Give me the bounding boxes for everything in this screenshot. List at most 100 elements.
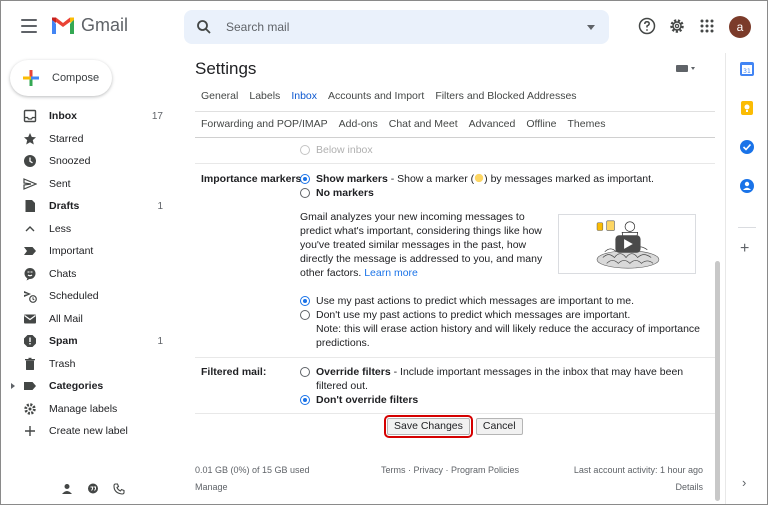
- dont-use-past-actions-label: Don't use my past actions to predict whi…: [316, 309, 631, 321]
- importance-marker-icon: [474, 173, 484, 183]
- tab-chat-meet[interactable]: Chat and Meet: [389, 118, 458, 138]
- show-markers-radio[interactable]: [300, 174, 310, 184]
- sidebar-item-scheduled[interactable]: Scheduled: [1, 285, 181, 308]
- sidebar-item-sent[interactable]: Sent: [1, 173, 181, 196]
- show-markers-text: Show markers - Show a marker () by messa…: [316, 172, 654, 186]
- tab-labels[interactable]: Labels: [249, 90, 280, 110]
- phone-icon[interactable]: [113, 483, 125, 495]
- show-side-panel-icon[interactable]: ›: [742, 475, 746, 490]
- settings-scrollbar[interactable]: [715, 261, 720, 501]
- dont-use-past-actions-radio[interactable]: [300, 310, 310, 320]
- tab-accounts-import[interactable]: Accounts and Import: [328, 90, 424, 110]
- no-markers-option[interactable]: No markers: [300, 186, 374, 200]
- main-menu-icon[interactable]: [21, 19, 37, 33]
- sidebar-item-starred[interactable]: Starred: [1, 128, 181, 151]
- form-actions: Save Changes Cancel: [384, 415, 523, 438]
- draft-count: 1: [157, 200, 163, 212]
- app-name: Gmail: [81, 15, 129, 35]
- below-inbox-option[interactable]: Below inbox: [300, 143, 373, 157]
- compose-button[interactable]: Compose: [10, 60, 112, 96]
- side-panel-rail: 31 + ›: [725, 53, 767, 504]
- hangouts-chat-icon[interactable]: [87, 483, 99, 495]
- calendar-icon[interactable]: 31: [739, 61, 755, 77]
- search-icon[interactable]: [196, 19, 212, 35]
- apps-grid-icon[interactable]: [698, 17, 716, 35]
- show-markers-option[interactable]: Show markers - Show a marker () by messa…: [300, 172, 654, 186]
- override-filters-radio[interactable]: [300, 367, 310, 377]
- sidebar-item-spam[interactable]: Spam 1: [1, 330, 181, 353]
- settings-gear-icon[interactable]: [668, 17, 686, 35]
- sidebar-item-drafts[interactable]: Drafts 1: [1, 195, 181, 218]
- tab-advanced[interactable]: Advanced: [469, 118, 516, 138]
- storage-info: 0.01 GB (0%) of 15 GB used Manage: [195, 462, 310, 496]
- show-markers-label: Show markers: [316, 173, 388, 185]
- sidebar-item-chats[interactable]: Chats: [1, 263, 181, 286]
- use-past-actions-radio[interactable]: [300, 296, 310, 306]
- contacts-icon[interactable]: [739, 178, 755, 194]
- sidebar-item-label: Less: [49, 222, 72, 235]
- show-markers-desc-end: ) by messages marked as important.: [484, 173, 654, 185]
- cancel-button[interactable]: Cancel: [475, 418, 523, 435]
- get-add-ons-icon[interactable]: +: [740, 240, 749, 258]
- sidebar-item-label: Starred: [49, 132, 84, 145]
- learn-more-link[interactable]: Learn more: [364, 267, 418, 279]
- spam-count: 1: [157, 335, 163, 347]
- tab-inbox[interactable]: Inbox: [291, 90, 317, 110]
- manage-storage-link[interactable]: Manage: [195, 479, 310, 496]
- activity-details-link[interactable]: Details: [574, 479, 703, 496]
- chat-icon: [24, 267, 36, 281]
- label-icon: [24, 382, 36, 391]
- sidebar-item-manage-labels[interactable]: Manage labels: [1, 398, 181, 421]
- settings-tabs-row-2: Forwarding and POP/IMAP Add-ons Chat and…: [201, 118, 605, 138]
- below-inbox-radio[interactable]: [300, 145, 310, 155]
- sidebar-item-snoozed[interactable]: Snoozed: [1, 150, 181, 173]
- sidebar-item-trash[interactable]: Trash: [1, 353, 181, 376]
- sidebar-footer-icons: [61, 483, 125, 495]
- rail-divider: [738, 227, 756, 228]
- help-icon[interactable]: [638, 17, 656, 35]
- star-icon: [24, 132, 36, 145]
- override-filters-option[interactable]: Override filters - Include important mes…: [300, 365, 700, 393]
- sidebar-item-inbox[interactable]: Inbox 17: [1, 105, 181, 128]
- sidebar-item-label: Drafts: [49, 200, 80, 213]
- keep-icon[interactable]: [739, 100, 755, 116]
- search-options-icon[interactable]: [587, 24, 595, 30]
- dont-override-filters-label: Don't override filters: [316, 394, 419, 406]
- sidebar-item-less[interactable]: Less: [1, 218, 181, 241]
- person-icon[interactable]: [61, 483, 73, 495]
- unread-count: 17: [151, 110, 163, 122]
- save-changes-button[interactable]: Save Changes: [384, 415, 473, 438]
- tab-add-ons[interactable]: Add-ons: [339, 118, 378, 138]
- dont-override-filters-radio[interactable]: [300, 395, 310, 405]
- sidebar-item-label: All Mail: [49, 312, 83, 325]
- tab-general[interactable]: General: [201, 90, 238, 110]
- dont-use-past-actions-option[interactable]: Don't use my past actions to predict whi…: [300, 308, 700, 350]
- sidebar-item-all-mail[interactable]: All Mail: [1, 308, 181, 331]
- policy-links[interactable]: Terms · Privacy · Program Policies: [381, 462, 519, 479]
- search-bar[interactable]: Search mail: [184, 10, 609, 44]
- tab-filters-blocked[interactable]: Filters and Blocked Addresses: [435, 90, 576, 110]
- sidebar-item-label: Scheduled: [49, 290, 99, 303]
- tab-themes[interactable]: Themes: [568, 118, 606, 138]
- draft-icon: [25, 200, 35, 213]
- sidebar-item-categories[interactable]: Categories: [1, 375, 181, 398]
- gmail-logo[interactable]: Gmail: [51, 15, 128, 36]
- tabs-divider: [195, 111, 715, 112]
- expand-arrow-icon[interactable]: [11, 383, 15, 390]
- settings-tabs-row-1: General Labels Inbox Accounts and Import…: [201, 90, 577, 110]
- no-markers-radio[interactable]: [300, 188, 310, 198]
- search-input[interactable]: Search mail: [226, 20, 587, 34]
- tab-forwarding-pop-imap[interactable]: Forwarding and POP/IMAP: [201, 118, 328, 138]
- sidebar-nav: Inbox 17 Starred Snoozed Sent Drafts 1 L…: [1, 105, 181, 443]
- account-avatar[interactable]: a: [729, 16, 751, 38]
- svg-text:31: 31: [743, 68, 751, 75]
- dont-override-filters-option[interactable]: Don't override filters: [300, 393, 418, 407]
- tab-offline[interactable]: Offline: [526, 118, 556, 138]
- sidebar-item-label: Categories: [49, 380, 104, 393]
- importance-video-thumbnail[interactable]: [558, 214, 696, 274]
- sidebar-item-important[interactable]: Important: [1, 240, 181, 263]
- input-tools-icon[interactable]: [676, 65, 695, 72]
- tasks-icon[interactable]: [739, 139, 755, 155]
- sidebar-item-create-label[interactable]: Create new label: [1, 420, 181, 443]
- use-past-actions-option[interactable]: Use my past actions to predict which mes…: [300, 294, 634, 308]
